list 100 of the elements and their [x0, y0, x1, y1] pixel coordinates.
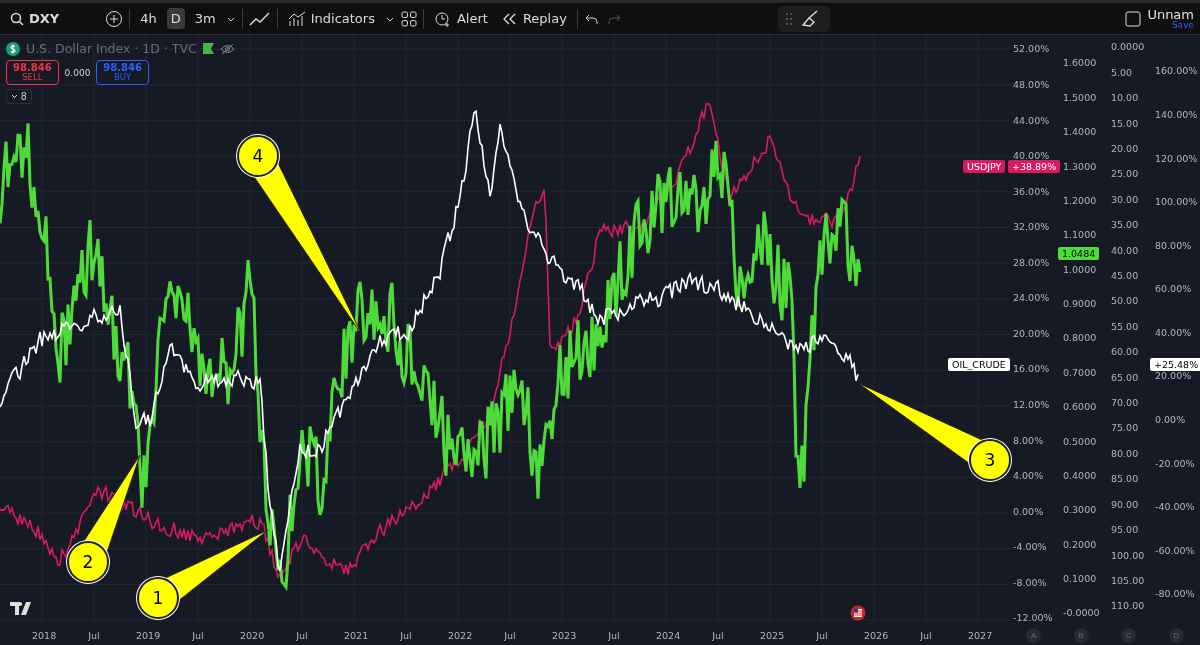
axis-label: 0.7000 [1063, 365, 1098, 380]
axis-label: -20.00% [1155, 456, 1196, 471]
axis-label: 0.3000 [1063, 503, 1098, 518]
axis-label: -80.00% [1155, 587, 1196, 602]
axis-label: -8.00% [1013, 575, 1048, 590]
axis-label: 16.00% [1013, 362, 1051, 377]
interval-tab[interactable]: 4h [136, 8, 161, 30]
time-axis-label: Jul [814, 629, 829, 641]
axis-label: 30.00 [1111, 192, 1140, 207]
layout-name[interactable]: Unnam [1147, 7, 1194, 21]
axis-label: 1.3000 [1063, 159, 1098, 174]
square-icon[interactable] [1125, 10, 1142, 27]
sell-button[interactable]: 98.846 SELL [6, 60, 59, 85]
series-value-tag: 1.0484 [1058, 247, 1100, 261]
axis-label: 40.00% [1013, 149, 1051, 163]
axis-label: 28.00% [1013, 255, 1051, 270]
axis-label: 0.00% [1155, 413, 1187, 427]
axis-label: 40.00% [1155, 325, 1193, 340]
time-axis-label: Jul [190, 629, 205, 641]
dollar-icon [6, 41, 20, 56]
time-axis-label: Jul [398, 629, 413, 641]
axis-label: 75.00 [1111, 421, 1140, 436]
indicators-button[interactable]: Indicators [283, 7, 379, 30]
callout-number: 3 [969, 439, 1011, 482]
axis-label: 1.2000 [1063, 193, 1098, 208]
axis-label: 95.00 [1111, 523, 1140, 538]
axis-label: 35.00 [1111, 218, 1140, 233]
axis-label: 8.00% [1013, 433, 1045, 448]
chevron-down-icon [11, 93, 18, 99]
time-axis-label: Jul [502, 629, 517, 641]
interval-tab[interactable]: 3m [190, 8, 220, 30]
bar-chart-icon [287, 10, 306, 27]
axis-label: 32.00% [1013, 220, 1051, 235]
axis-label: 24.00% [1013, 291, 1051, 306]
axis-label: 0.8000 [1063, 331, 1098, 346]
add-symbol-icon[interactable] [105, 9, 124, 28]
axis-label: 1.6000 [1063, 56, 1098, 71]
flag-icon[interactable] [202, 43, 214, 55]
axis-label: 80.00% [1155, 238, 1193, 253]
line-chart-icon[interactable] [248, 10, 271, 27]
eye-slash-icon[interactable] [219, 42, 235, 55]
axis-label: 52.00% [1013, 42, 1051, 57]
axis-label: 25.00 [1111, 167, 1140, 182]
axis-label: -40.00% [1155, 500, 1196, 515]
buy-button[interactable]: 98.846 BUY [96, 60, 149, 85]
callout-number: 1 [137, 577, 179, 620]
alert-button[interactable]: Alert [429, 6, 492, 31]
axis-label: 15.00 [1111, 116, 1140, 131]
axis-label: 48.00% [1013, 77, 1051, 92]
save-link[interactable]: Save [1171, 20, 1194, 30]
axis-label: 0.1000 [1063, 572, 1098, 586]
time-axis-label: Jul [606, 629, 621, 641]
callout-number: 2 [67, 541, 109, 584]
axis-label: 10.00 [1111, 91, 1140, 106]
axis-label: 90.00 [1111, 497, 1140, 512]
time-axis-label: Jul [918, 629, 933, 641]
symbol-title: U.S. Dollar Index · 1D · TVC [26, 41, 197, 57]
axis-label: 120.00% [1155, 151, 1199, 166]
drag-handle-icon[interactable] [785, 12, 792, 25]
axis-label: 0.2000 [1063, 537, 1098, 552]
axis-label: 1.0000 [1063, 262, 1098, 277]
axis-label: -12.00% [1013, 611, 1054, 626]
rewind-icon [501, 12, 518, 25]
axis-label: 12.00% [1013, 398, 1051, 412]
undo-icon[interactable] [583, 12, 600, 25]
axis-label: -60.00% [1155, 543, 1196, 558]
axis-label: 44.00% [1013, 113, 1051, 128]
time-axis-label: Jul [710, 629, 725, 641]
alarm-clock-icon [433, 9, 452, 28]
axis-label: 1.1000 [1063, 228, 1098, 243]
axis-label: -4.00% [1013, 540, 1048, 555]
axis-label: 0.9000 [1063, 297, 1098, 311]
grid-layout-icon[interactable] [400, 10, 417, 27]
interval-tab[interactable]: D [166, 8, 185, 30]
axis-label: 1.5000 [1063, 90, 1098, 105]
symbol-search[interactable]: DXY [6, 8, 64, 30]
indicators-toggle[interactable]: 8 [6, 88, 32, 104]
axis-label: 40.00 [1111, 243, 1140, 258]
axis-label: 4.00% [1013, 469, 1045, 484]
axis-label: 140.00% [1155, 107, 1199, 122]
axis-label: 100.00% [1155, 195, 1199, 210]
axis-label: 65.00 [1111, 370, 1140, 385]
axis-label: 36.00% [1013, 184, 1051, 199]
us-flag-icon[interactable] [850, 605, 866, 622]
axis-label: 70.00 [1111, 396, 1140, 411]
time-axis-label: Jul [294, 629, 309, 641]
axis-label: 110.00 [1111, 599, 1146, 614]
series-value-tag: +25.48% [1150, 358, 1200, 372]
time-axis-label: Jul [86, 629, 101, 641]
replay-button[interactable]: Replay [497, 8, 571, 30]
axis-label: 60.00% [1155, 282, 1193, 297]
series-value-tag: +38.89% [1008, 160, 1061, 174]
axis-label: 105.00 [1111, 573, 1146, 588]
axis-label: 0.5000 [1063, 434, 1098, 449]
axis-label: 0.4000 [1063, 468, 1098, 483]
axis-label: 60.00 [1111, 345, 1140, 360]
spread-value: 0.000 [64, 67, 91, 78]
series-name-tag: USDJPY [963, 160, 1006, 174]
axis-label: 0.6000 [1063, 400, 1098, 415]
axis-label: 1.4000 [1063, 125, 1098, 140]
